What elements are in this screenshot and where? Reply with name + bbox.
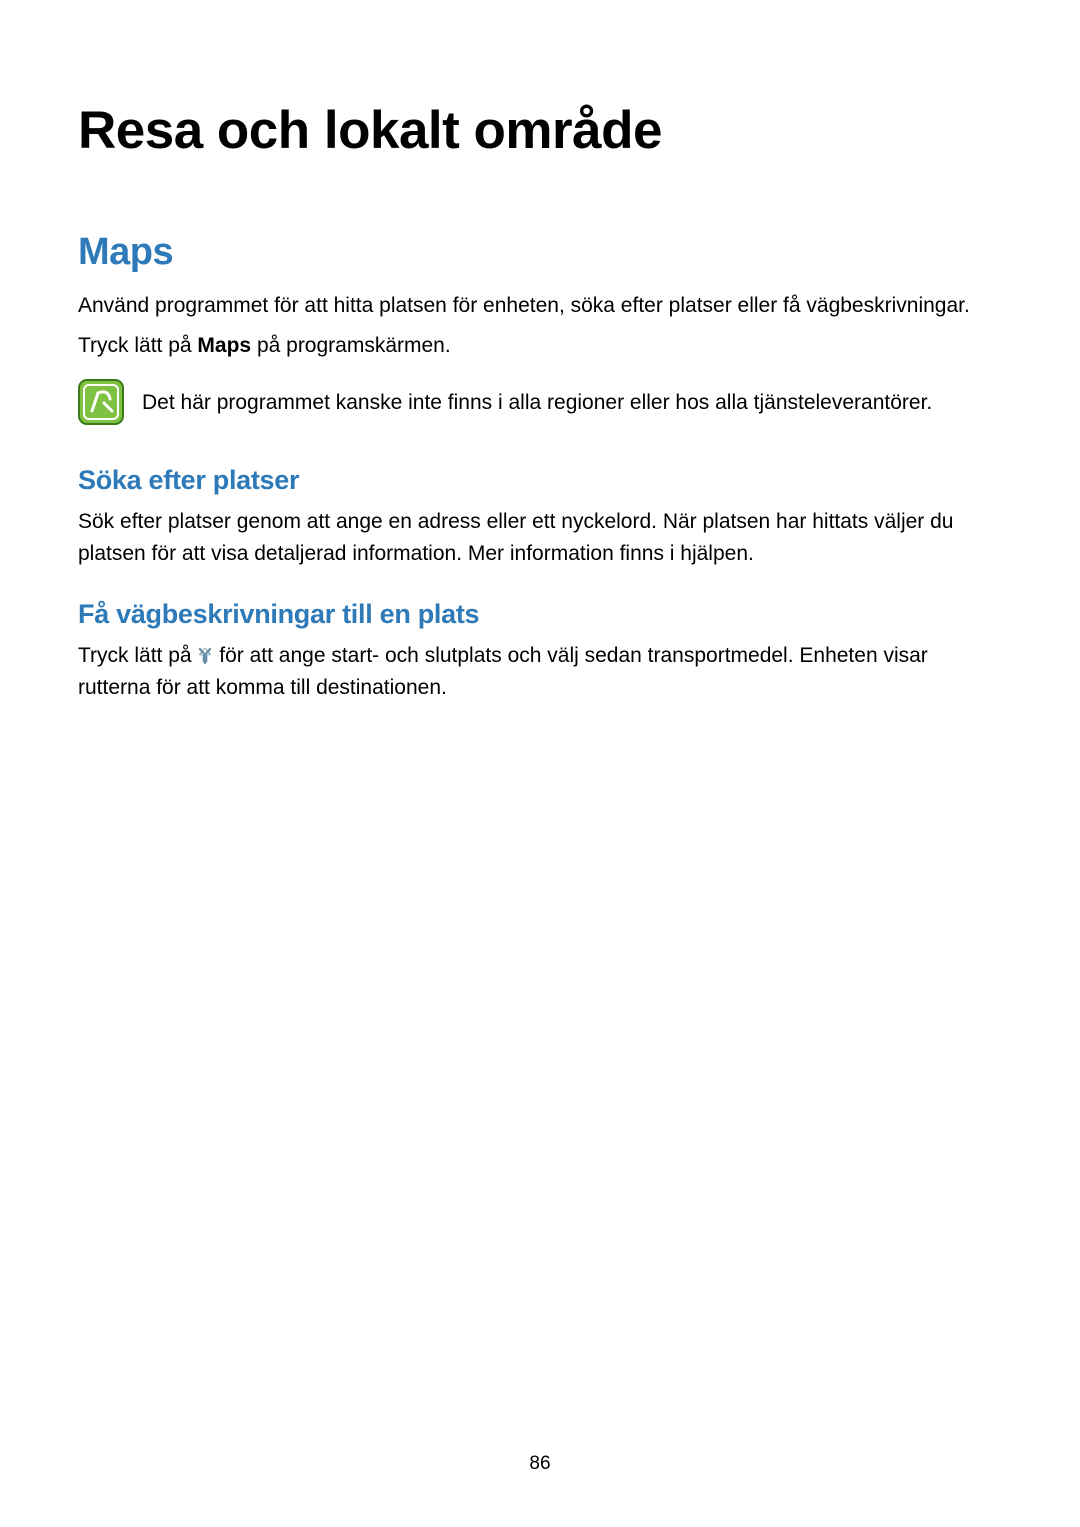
sub2-prefix: Tryck lätt på <box>78 644 197 667</box>
sub2-text: Tryck lätt på för att ange start- och sl… <box>78 640 1002 703</box>
page-number: 86 <box>0 1453 1080 1475</box>
sub1-text: Sök efter platser genom att ange en adre… <box>78 506 1002 569</box>
note-row: Det här programmet kanske inte finns i a… <box>78 379 1002 425</box>
page-content: Resa och lokalt område Maps Använd progr… <box>0 0 1080 703</box>
chapter-title: Resa och lokalt område <box>78 100 1002 161</box>
note-text: Det här programmet kanske inte finns i a… <box>142 379 932 419</box>
sub-title-search: Söka efter platser <box>78 465 1002 496</box>
tap-bold-app-name: Maps <box>197 334 251 357</box>
tap-prefix: Tryck lätt på <box>78 334 197 357</box>
tap-instruction: Tryck lätt på Maps på programskärmen. <box>78 330 1002 362</box>
intro-paragraph: Använd programmet för att hitta platsen … <box>78 290 1002 322</box>
section-title-maps: Maps <box>78 231 1002 274</box>
note-icon <box>78 379 124 425</box>
tap-suffix: på programskärmen. <box>251 334 451 357</box>
directions-icon <box>197 642 213 660</box>
sub-title-directions: Få vägbeskrivningar till en plats <box>78 599 1002 630</box>
